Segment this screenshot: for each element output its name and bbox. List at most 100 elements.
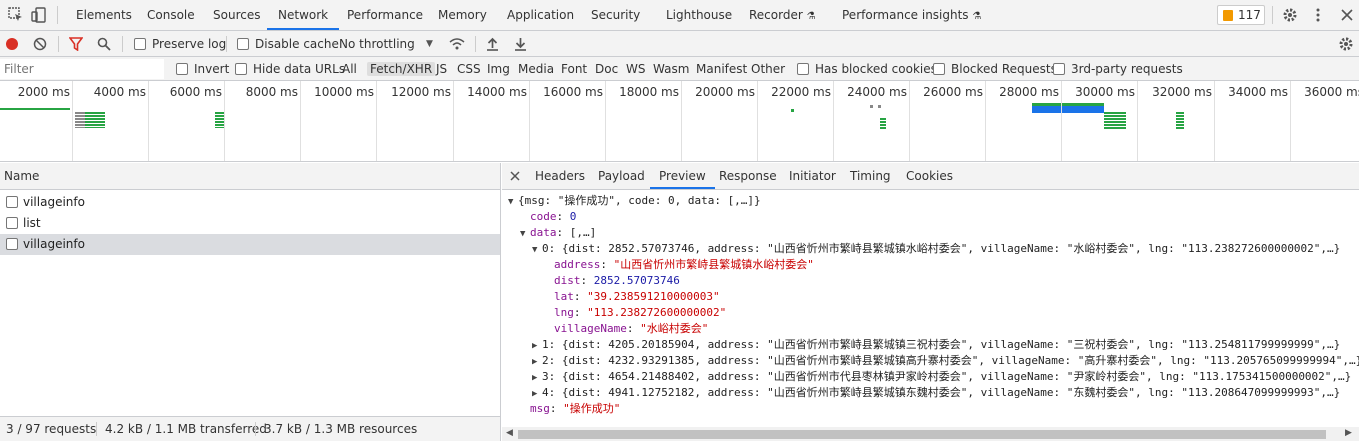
- type-filter-img[interactable]: Img: [487, 57, 510, 81]
- timeline-tick-label: 28000 ms: [999, 85, 1059, 99]
- json-item-summary: 4: {dist: 4941.12752182, address: "山西省忻州…: [542, 386, 1341, 399]
- preserve-log-checkbox[interactable]: Preserve log: [134, 31, 226, 57]
- third-party-requests-checkbox[interactable]: 3rd-party requests: [1053, 57, 1183, 81]
- tab-preview[interactable]: Preview: [650, 163, 715, 189]
- json-item-summary: 0: {dist: 2852.57073746, address: "山西省忻州…: [542, 242, 1341, 255]
- json-key: dist: [554, 274, 581, 287]
- has-blocked-cookies-checkbox[interactable]: Has blocked cookies: [797, 57, 937, 81]
- tab-application[interactable]: Application: [507, 0, 574, 30]
- type-filter-doc[interactable]: Doc: [595, 57, 618, 81]
- tab-recorder[interactable]: Recorder ⚗: [749, 0, 816, 30]
- tab-performance-insights[interactable]: Performance insights ⚗: [842, 0, 981, 30]
- hide-data-urls-checkbox[interactable]: Hide data URLs: [235, 57, 345, 81]
- has-blocked-cookies-label: Has blocked cookies: [815, 62, 937, 76]
- tab-cookies[interactable]: Cookies: [906, 163, 953, 189]
- tab-elements[interactable]: Elements: [76, 0, 132, 30]
- tab-sources[interactable]: Sources: [213, 0, 260, 30]
- invert-checkbox[interactable]: Invert: [176, 57, 229, 81]
- flask-icon: ⚗: [806, 11, 816, 22]
- timeline-requests-block: [1176, 112, 1184, 130]
- type-filter-manifest[interactable]: Manifest: [696, 57, 747, 81]
- type-filter-other[interactable]: Other: [751, 57, 785, 81]
- scroll-left-icon[interactable]: ◀: [506, 428, 513, 438]
- tab-console[interactable]: Console: [147, 0, 195, 30]
- timeline-gridline: [1061, 81, 1062, 161]
- record-icon[interactable]: [5, 37, 19, 51]
- issues-badge[interactable]: 117: [1217, 5, 1265, 25]
- type-filter-all[interactable]: All: [342, 57, 357, 81]
- more-options-icon[interactable]: [1310, 7, 1326, 23]
- flask-icon: ⚗: [972, 11, 982, 22]
- third-party-requests-label: 3rd-party requests: [1071, 62, 1183, 76]
- json-key: lng: [554, 306, 574, 319]
- name-column-header[interactable]: Name: [0, 163, 500, 190]
- gear-icon[interactable]: [1282, 7, 1298, 23]
- filter-bar: Invert Hide data URLs All Fetch/XHR JS C…: [0, 57, 1359, 81]
- disable-cache-label: Disable cache: [255, 37, 339, 51]
- timeline-gridline: [909, 81, 910, 161]
- json-property-msg: msg: "操作成功": [530, 402, 621, 415]
- disable-cache-checkbox[interactable]: Disable cache: [237, 31, 339, 57]
- json-array-item[interactable]: ▶ 3: {dist: 4654.21488402, address: "山西省忻…: [532, 369, 1351, 385]
- issues-flag-icon: [1223, 10, 1233, 21]
- scrollbar-thumb[interactable]: [518, 430, 1326, 439]
- transferred-size: 4.2 kB / 1.1 MB transferred: [105, 422, 267, 436]
- scroll-right-icon[interactable]: ▶: [1345, 428, 1352, 438]
- tab-payload[interactable]: Payload: [598, 163, 645, 189]
- tab-lighthouse[interactable]: Lighthouse: [666, 0, 732, 30]
- import-har-icon[interactable]: [486, 37, 499, 51]
- timeline-requests-block: [870, 105, 884, 108]
- json-property-code: code: 0: [530, 210, 577, 223]
- timeline-tick-label: 30000 ms: [1075, 85, 1135, 99]
- inspect-element-icon[interactable]: [8, 7, 24, 23]
- request-row[interactable]: list: [0, 213, 500, 234]
- timeline-gridline: [224, 81, 225, 161]
- request-row[interactable]: villageinfo: [0, 192, 500, 213]
- timeline-tick-label: 36000 ms: [1304, 85, 1359, 99]
- tab-network[interactable]: Network: [267, 0, 340, 30]
- json-property-lng: lng: "113.238272600000002": [554, 306, 727, 319]
- tab-memory[interactable]: Memory: [438, 0, 487, 30]
- timeline-gridline: [605, 81, 606, 161]
- type-filter-fetch-xhr[interactable]: Fetch/XHR: [367, 57, 436, 81]
- json-root-node[interactable]: ▼ {msg: "操作成功", code: 0, data: [,…]}: [508, 193, 761, 209]
- json-property-data[interactable]: ▼ data: [,…]: [520, 225, 596, 241]
- filter-input[interactable]: [0, 59, 164, 79]
- json-array-item[interactable]: ▼ 0: {dist: 2852.57073746, address: "山西省忻…: [532, 241, 1340, 257]
- type-filter-ws[interactable]: WS: [626, 57, 645, 81]
- tab-timing[interactable]: Timing: [850, 163, 891, 189]
- close-icon[interactable]: [510, 171, 520, 181]
- blocked-requests-label: Blocked Requests: [951, 62, 1057, 76]
- type-filter-media[interactable]: Media: [518, 57, 554, 81]
- type-filter-font[interactable]: Font: [561, 57, 587, 81]
- throttling-select[interactable]: No throttling ▼: [339, 31, 433, 57]
- type-filter-wasm[interactable]: Wasm: [653, 57, 689, 81]
- horizontal-scrollbar[interactable]: ◀ ▶: [502, 427, 1359, 441]
- network-settings-gear-icon[interactable]: [1338, 36, 1354, 52]
- tab-performance[interactable]: Performance: [347, 0, 423, 30]
- json-array-item[interactable]: ▶ 1: {dist: 4205.20185904, address: "山西省忻…: [532, 337, 1340, 353]
- filter-funnel-icon[interactable]: [69, 37, 83, 51]
- tab-response[interactable]: Response: [719, 163, 777, 189]
- tab-headers[interactable]: Headers: [535, 163, 585, 189]
- json-array-item[interactable]: ▶ 4: {dist: 4941.12752182, address: "山西省忻…: [532, 385, 1340, 401]
- search-icon[interactable]: [97, 37, 111, 51]
- export-har-icon[interactable]: [514, 37, 527, 51]
- timeline-tick-label: 4000 ms: [93, 85, 146, 99]
- timeline-requests-block: [880, 118, 886, 130]
- tab-security[interactable]: Security: [591, 0, 640, 30]
- device-toolbar-icon[interactable]: [31, 7, 47, 23]
- type-filter-css[interactable]: CSS: [457, 57, 481, 81]
- json-array-item[interactable]: ▶ 2: {dist: 4232.93291385, address: "山西省忻…: [532, 353, 1359, 369]
- json-preview: ▼ {msg: "操作成功", code: 0, data: [,…]} code…: [502, 191, 1359, 427]
- type-filter-js[interactable]: JS: [436, 57, 447, 81]
- tab-initiator[interactable]: Initiator: [789, 163, 836, 189]
- network-overview-timeline[interactable]: 2000 ms 4000 ms 6000 ms 8000 ms 10000 ms 1200…: [0, 81, 1359, 162]
- timeline-selected-range[interactable]: [1032, 103, 1104, 113]
- blocked-requests-checkbox[interactable]: Blocked Requests: [933, 57, 1057, 81]
- network-conditions-icon[interactable]: [449, 37, 465, 51]
- request-row[interactable]: villageinfo: [0, 234, 500, 255]
- clear-icon[interactable]: [33, 37, 47, 51]
- timeline-tick-label: 22000 ms: [771, 85, 831, 99]
- close-icon[interactable]: [1339, 7, 1355, 23]
